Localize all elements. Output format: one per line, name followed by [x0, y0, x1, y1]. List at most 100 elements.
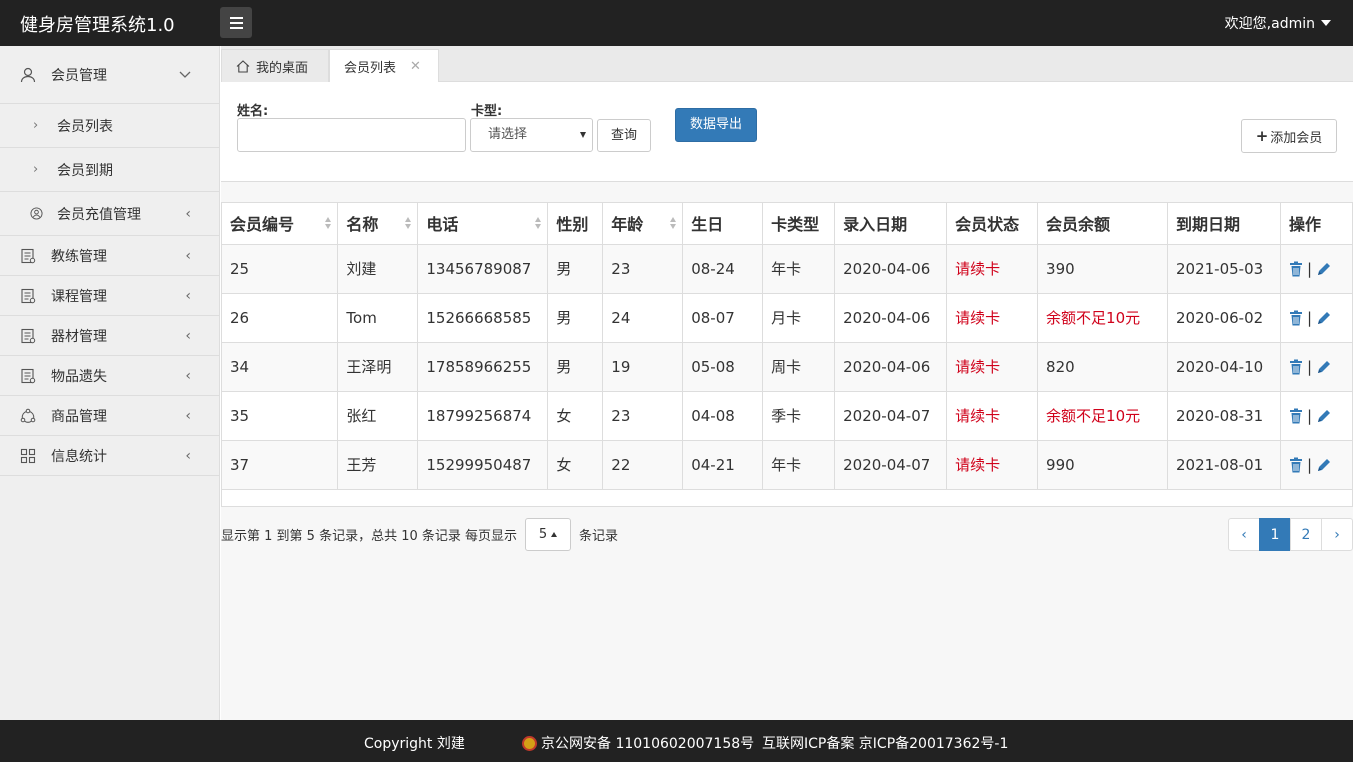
trash-icon[interactable] — [1289, 310, 1303, 326]
user-menu[interactable]: 欢迎您,admin — [1225, 13, 1331, 33]
table-row: 25 刘建 13456789087 男 23 08-24 年卡 2020-04-06 请续卡 39… — [222, 244, 1353, 294]
close-icon[interactable]: ✕ — [410, 59, 421, 74]
sidebar-item-label: 信息统计 — [51, 448, 107, 465]
tab-member-list[interactable]: 会员列表 ✕ — [329, 49, 439, 82]
card-type-selected: 请选择 — [488, 127, 528, 142]
column-header[interactable]: 年龄 — [602, 203, 684, 245]
sidebar-item-course[interactable]: 课程管理 ‹ — [0, 276, 219, 316]
edit-pencil-icon[interactable] — [1316, 408, 1332, 424]
action-separator: | — [1306, 455, 1313, 474]
action-separator: | — [1306, 406, 1313, 425]
user-greeting: 欢迎您,admin — [1224, 16, 1315, 32]
cell-status: 请续卡 — [946, 391, 1039, 441]
add-member-button[interactable]: + 添加会员 — [1241, 119, 1337, 153]
cell-balance: 余额不足10元 — [1037, 391, 1168, 441]
cell-age: 19 — [602, 342, 684, 392]
sidebar-item-label: 物品遗失 — [51, 368, 107, 385]
export-button[interactable]: 数据导出 — [675, 108, 757, 142]
column-header[interactable]: 名称 — [337, 203, 419, 245]
page-button-2[interactable]: 2 — [1290, 518, 1322, 551]
sidebar-subitem-member-list[interactable]: › 会员列表 — [0, 104, 219, 148]
sidebar-subitem-label: 会员到期 — [57, 162, 113, 179]
chevron-left-icon: ‹ — [185, 287, 191, 304]
cell-phone: 15266668585 — [417, 293, 549, 343]
cell-card: 月卡 — [762, 293, 836, 343]
sidebar-subitem-member-recharge[interactable]: 会员充值管理 ‹ — [0, 192, 219, 236]
trash-icon[interactable] — [1289, 457, 1303, 473]
column-header-label: 名称 — [346, 215, 379, 235]
column-header[interactable]: 会员编号 — [222, 203, 339, 245]
cell-expire: 2021-05-03 — [1167, 244, 1281, 294]
cell-phone: 13456789087 — [417, 244, 549, 294]
police-record-text: 京公网安备 11010602007158号 — [541, 736, 755, 752]
trash-icon[interactable] — [1289, 261, 1303, 277]
caret-up-icon — [551, 532, 558, 537]
cell-actions: | — [1280, 293, 1353, 343]
police-record-link[interactable]: 京公网安备 11010602007158号 — [522, 733, 754, 753]
chevron-left-icon: ‹ — [185, 447, 191, 464]
cell-age: 22 — [602, 440, 684, 490]
icp-record-link[interactable]: 互联网ICP备案 京ICP备20017362号-1 — [762, 733, 1008, 753]
dropdown-arrow-icon — [580, 132, 586, 138]
sidebar-item-products[interactable]: 商品管理 ‹ — [0, 396, 219, 436]
cell-name: Tom — [337, 293, 419, 343]
sidebar-item-statistics[interactable]: 信息统计 ‹ — [0, 436, 219, 476]
cell-age: 23 — [602, 391, 684, 441]
column-header[interactable]: 电话 — [417, 203, 549, 245]
cell-gender: 女 — [547, 440, 604, 490]
sidebar-item-lost-items[interactable]: 物品遗失 ‹ — [0, 356, 219, 396]
top-navbar: 健身房管理系统1.0 欢迎您,admin — [0, 0, 1353, 46]
cell-expire: 2020-06-02 — [1167, 293, 1281, 343]
cell-id: 34 — [222, 342, 339, 392]
column-header-label: 年龄 — [611, 215, 644, 235]
sidebar-item-coach[interactable]: 教练管理 ‹ — [0, 236, 219, 276]
edit-pencil-icon[interactable] — [1316, 457, 1332, 473]
table-row: 37 王芳 15299950487 女 22 04-21 年卡 2020-04-07 请续卡 99… — [222, 440, 1353, 490]
sidebar-subitem-member-expire[interactable]: › 会员到期 — [0, 148, 219, 192]
page-prev-button[interactable]: ‹ — [1228, 518, 1260, 551]
chevron-left-icon: ‹ — [185, 327, 191, 344]
column-header-label: 录入日期 — [843, 215, 908, 235]
add-member-label: 添加会员 — [1270, 130, 1323, 146]
name-input[interactable] — [237, 118, 466, 152]
trash-icon[interactable] — [1289, 408, 1303, 424]
police-badge-icon — [522, 735, 537, 751]
card-type-select[interactable]: 请选择 — [470, 118, 593, 152]
home-icon — [236, 59, 250, 73]
refresh-icon — [20, 408, 36, 423]
cell-card: 年卡 — [762, 244, 836, 294]
column-header-label: 会员编号 — [230, 215, 295, 235]
page-size-value: 5 — [538, 527, 548, 542]
menu-toggle-button[interactable] — [220, 7, 252, 38]
sidebar-item-member[interactable]: 会员管理 — [0, 46, 219, 104]
page-size-select[interactable]: 5 — [525, 518, 572, 551]
column-header: 录入日期 — [834, 203, 948, 245]
app-title[interactable]: 健身房管理系统1.0 — [20, 11, 175, 37]
cell-status: 请续卡 — [946, 244, 1039, 294]
chevron-left-icon: ‹ — [185, 205, 191, 222]
sidebar-item-equipment[interactable]: 器材管理 ‹ — [0, 316, 219, 356]
cell-phone: 15299950487 — [417, 440, 549, 490]
chevron-left-icon: ‹ — [185, 247, 191, 264]
query-button[interactable]: 查询 — [597, 119, 651, 152]
sidebar-item-label: 会员管理 — [51, 67, 107, 84]
tab-desktop[interactable]: 我的桌面 — [221, 49, 329, 82]
chevron-right-icon: › — [33, 162, 39, 177]
edit-pencil-icon[interactable] — [1316, 359, 1332, 375]
search-panel: 姓名: 卡型: 请选择 查询 数据导出 + 添加会员 — [221, 82, 1353, 182]
plus-icon: + — [1255, 127, 1269, 145]
trash-icon[interactable] — [1289, 359, 1303, 375]
chevron-left-icon: ‹ — [185, 367, 191, 384]
table-header-row: 会员编号 名称 电话 性别 年龄 生日 卡类型 录入日期 会员状态 会员余额 到期日期 操作 — [222, 203, 1353, 245]
tab-label: 我的桌面 — [256, 60, 309, 76]
document-icon — [21, 328, 36, 343]
page-button-1[interactable]: 1 — [1259, 518, 1291, 551]
cell-entry: 2020-04-06 — [834, 293, 948, 343]
page-next-button[interactable]: › — [1321, 518, 1353, 551]
edit-pencil-icon[interactable] — [1316, 261, 1332, 277]
tab-label: 会员列表 — [344, 60, 397, 76]
edit-pencil-icon[interactable] — [1316, 310, 1332, 326]
user-circle-icon — [30, 207, 43, 220]
cell-gender: 男 — [547, 293, 604, 343]
column-header-label: 到期日期 — [1175, 215, 1240, 235]
